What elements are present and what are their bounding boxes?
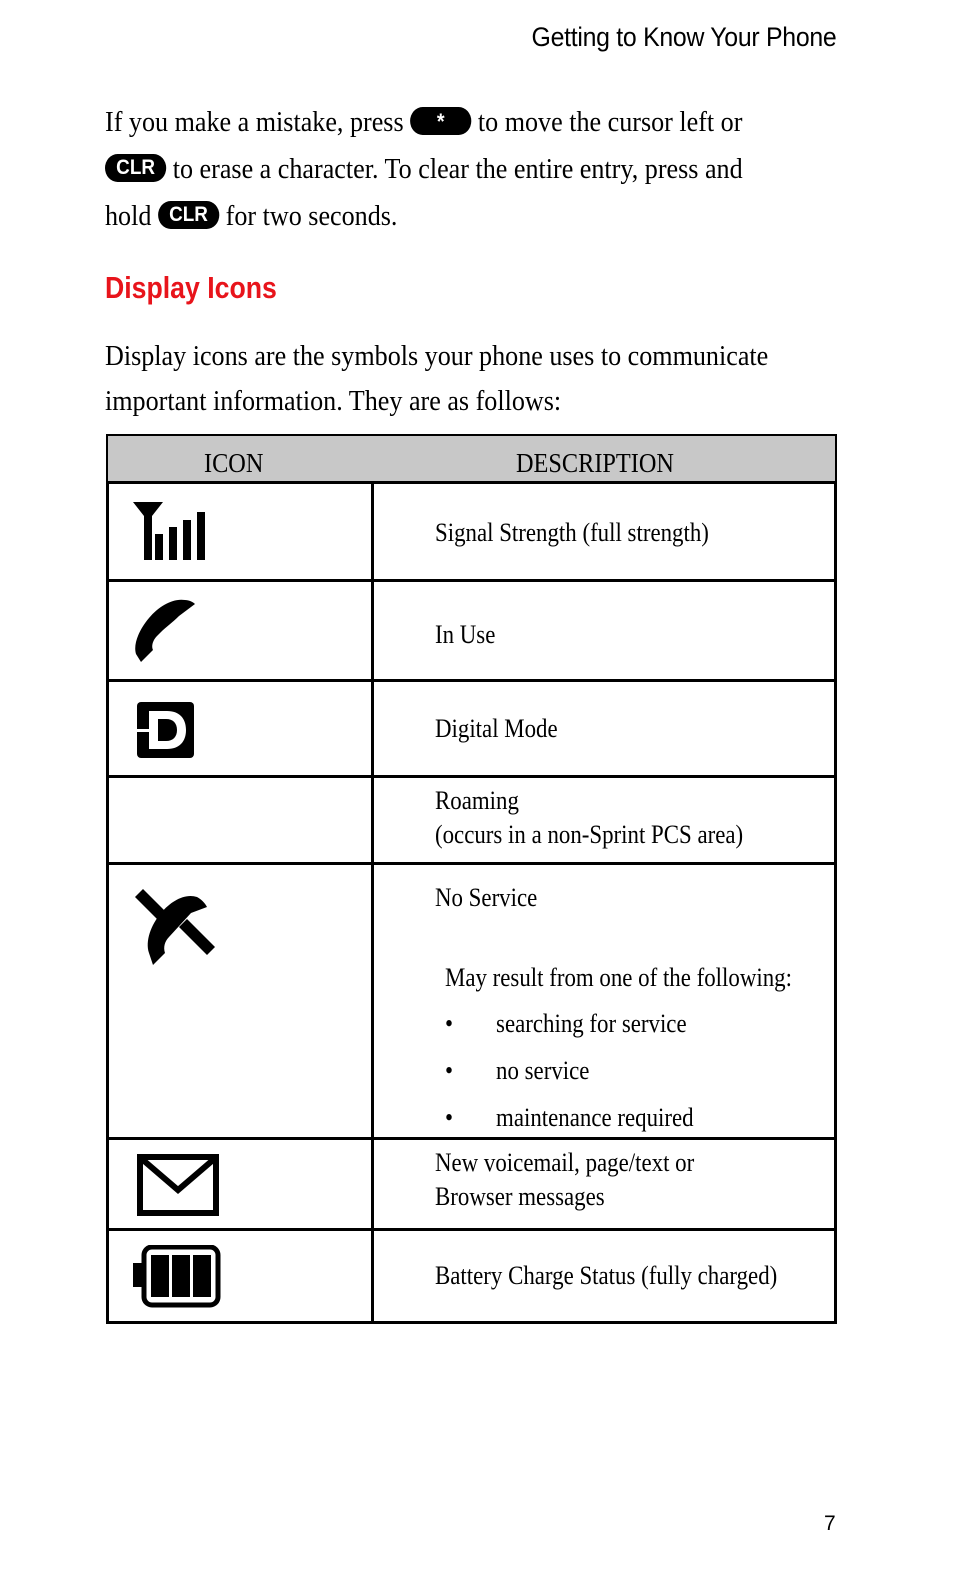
row-description: Roaming (occurs in a non-Sprint PCS area… (435, 784, 743, 852)
table-header: ICON DESCRIPTION (106, 434, 837, 484)
column-divider (371, 1231, 374, 1321)
table-row: Signal Strength (full strength) (106, 484, 837, 582)
intro-paragraph: If you make a mistake, press * to move t… (105, 99, 825, 240)
clr-key-icon: CLR (105, 154, 167, 183)
header-icon: ICON (204, 448, 264, 478)
roaming-note: (occurs in a non-Sprint PCS area) (435, 820, 744, 849)
column-divider (371, 778, 374, 862)
no-service-icon (135, 889, 215, 965)
column-divider (371, 865, 374, 1137)
intro-text: If you make a mistake, press (105, 106, 411, 138)
no-service-note: May result from one of the following: (445, 963, 792, 992)
section-body: Display icons are the symbols your phone… (105, 334, 825, 424)
table-row: Digital Mode (106, 682, 837, 778)
bullet: • (445, 1009, 454, 1038)
row-description: Battery Charge Status (fully charged) (435, 1261, 778, 1290)
section-body-line: Display icons are the symbols your phone… (105, 340, 769, 372)
row-description: No Service (435, 883, 538, 912)
table-row: In Use (106, 582, 837, 682)
bullet: • (445, 1103, 454, 1132)
column-divider (371, 582, 374, 679)
section-title: Display Icons (105, 270, 277, 305)
star-key-icon: * (410, 107, 472, 136)
intro-text: to erase a character. To clear the entir… (166, 153, 743, 185)
display-icons-table: ICON DESCRIPTION Signal Strength (full s… (106, 434, 837, 1324)
row-description: In Use (435, 620, 496, 649)
running-head: Getting to Know Your Phone (531, 22, 836, 52)
row-description: New voicemail, page/text or Browser mess… (435, 1146, 694, 1214)
table-row: No Service May result from one of the fo… (106, 865, 837, 1140)
column-divider (371, 682, 374, 775)
table-row: Battery Charge Status (fully charged) (106, 1231, 837, 1324)
clr-key-icon: CLR (157, 201, 220, 230)
table-row: Roaming (occurs in a non-Sprint PCS area… (106, 778, 837, 865)
bullet: • (445, 1056, 454, 1085)
page-number: 7 (824, 1512, 836, 1535)
column-divider (371, 1140, 374, 1228)
roaming-title: Roaming (435, 786, 519, 815)
row-description: Digital Mode (435, 714, 558, 743)
envelope-icon (137, 1154, 219, 1216)
battery-full-icon (133, 1245, 221, 1308)
in-use-phone-icon (135, 599, 195, 662)
messages-line: Browser messages (435, 1182, 605, 1211)
messages-line: New voicemail, page/text or (435, 1148, 695, 1177)
intro-text: for two seconds. (219, 200, 398, 232)
intro-text: to move the cursor left or (471, 106, 743, 138)
section-body-line: important information. They are as follo… (105, 385, 562, 417)
digital-mode-icon (137, 702, 194, 758)
row-description: Signal Strength (full strength) (435, 518, 709, 547)
intro-text: hold (105, 200, 158, 232)
table-row: New voicemail, page/text or Browser mess… (106, 1140, 837, 1231)
column-divider (371, 484, 374, 579)
header-description: DESCRIPTION (516, 448, 674, 478)
signal-strength-icon (133, 502, 205, 560)
